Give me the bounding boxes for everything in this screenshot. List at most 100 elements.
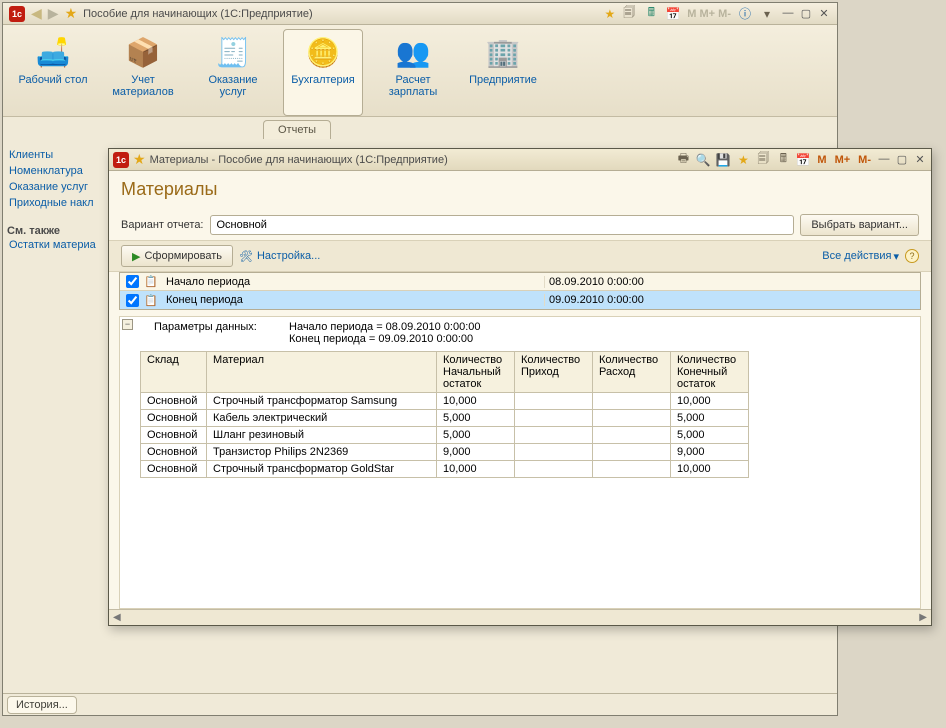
- param-start-label: Начало периода: [164, 276, 544, 288]
- col-material: Материал: [207, 352, 437, 393]
- settings-link[interactable]: 🛠 Настройка...: [239, 250, 320, 263]
- scroll-left-icon[interactable]: ◀: [113, 612, 121, 623]
- main-title: Пособие для начинающих (1С:Предприятие): [83, 8, 598, 20]
- period-icon: 📋: [144, 275, 164, 288]
- fav-star[interactable]: ★: [133, 151, 146, 168]
- variant-input[interactable]: [210, 215, 795, 235]
- m-minus-btn[interactable]: M-: [856, 154, 873, 166]
- settings-label: Настройка...: [257, 250, 320, 262]
- help-icon[interactable]: ?: [905, 249, 919, 263]
- section-accounting[interactable]: 🪙 Бухгалтерия: [283, 29, 363, 116]
- rmin-button[interactable]: —: [877, 153, 891, 167]
- h-scrollbar[interactable]: ◀ ▶: [109, 609, 931, 625]
- table-row[interactable]: ОсновнойТранзистор Philips 2N23699,0009,…: [141, 444, 749, 461]
- tab-reports[interactable]: Отчеты: [263, 120, 331, 139]
- form-button-label: Сформировать: [144, 250, 222, 262]
- section-materials[interactable]: 📦 Учет материалов: [103, 29, 183, 116]
- collapse-toggle[interactable]: −: [122, 319, 133, 330]
- report-window: 1c ★ Материалы - Пособие для начинающих …: [108, 148, 932, 626]
- sections-bar: 🛋️ Рабочий стол 📦 Учет материалов 🧾 Оказ…: [3, 25, 837, 117]
- max-button[interactable]: ▢: [799, 7, 813, 21]
- data-params-line2: Конец периода = 09.09.2010 0:00:00: [289, 333, 473, 345]
- nav-services[interactable]: Оказание услуг: [7, 179, 105, 195]
- col-q1: Количество Начальный остаток: [437, 352, 515, 393]
- report-titlebar: 1c ★ Материалы - Пособие для начинающих …: [109, 149, 931, 171]
- print-icon[interactable]: 🖶: [675, 152, 691, 168]
- col-q4: Количество Конечный остаток: [671, 352, 749, 393]
- calendar-icon[interactable]: 📅: [665, 6, 681, 22]
- param-start-check[interactable]: [126, 275, 139, 288]
- param-end-check[interactable]: [126, 294, 139, 307]
- calc-icon[interactable]: 🖩: [643, 6, 659, 22]
- building-icon: 🏢: [483, 32, 523, 72]
- section-label: Расчет зарплаты: [374, 74, 452, 98]
- nav-clients[interactable]: Клиенты: [7, 147, 105, 163]
- main-titlebar: 1c ◀ ▶ ★ Пособие для начинающих (1С:Пред…: [3, 3, 837, 25]
- table-row[interactable]: ОсновнойСтрочный трансформатор Samsung10…: [141, 393, 749, 410]
- chevron-down-icon: ▾: [893, 250, 899, 263]
- cash-icon: 🧾: [213, 32, 253, 72]
- period-icon2: 📋: [144, 294, 164, 307]
- section-label: Учет материалов: [104, 74, 182, 98]
- section-enterprise[interactable]: 🏢 Предприятие: [463, 29, 543, 116]
- col-q3: Количество Расход: [593, 352, 671, 393]
- m-plus-btn[interactable]: M+: [833, 154, 853, 166]
- data-params: Параметры данных: Начало периода = 08.09…: [154, 321, 920, 345]
- section-payroll[interactable]: 👥 Расчет зарплаты: [373, 29, 453, 116]
- info-icon[interactable]: ⓘ: [737, 6, 753, 22]
- m-disabled: M M+ M-: [687, 8, 731, 20]
- param-end-value[interactable]: 09.09.2010 0:00:00: [544, 294, 920, 306]
- app-icon: 1c: [9, 6, 25, 22]
- variant-label: Вариант отчета:: [121, 219, 204, 231]
- left-nav: Клиенты Номенклатура Оказание услуг Прих…: [3, 143, 109, 257]
- close-button[interactable]: ✕: [817, 7, 831, 21]
- table-row[interactable]: ОсновнойСтрочный трансформатор GoldStar1…: [141, 461, 749, 478]
- scroll-right-icon[interactable]: ▶: [919, 612, 927, 623]
- nav-fwd[interactable]: ▶: [48, 5, 59, 22]
- data-params-line1: Начало периода = 08.09.2010 0:00:00: [289, 321, 480, 333]
- choose-variant-button[interactable]: Выбрать вариант...: [800, 214, 919, 236]
- favorite-star-icon[interactable]: ★: [65, 5, 78, 22]
- report-body[interactable]: − Параметры данных: Начало периода = 08.…: [119, 316, 921, 609]
- rclose-button[interactable]: ✕: [913, 153, 927, 167]
- col-q2: Количество Приход: [515, 352, 593, 393]
- param-start-value[interactable]: 08.09.2010 0:00:00: [544, 276, 920, 288]
- calc2-icon[interactable]: 🖩: [775, 152, 791, 168]
- nav-income[interactable]: Приходные накл: [7, 195, 105, 211]
- table-row[interactable]: ОсновнойКабель электрический5,0005,000: [141, 410, 749, 427]
- report-toolbar: ▶ Сформировать 🛠 Настройка... Все действ…: [109, 240, 931, 272]
- param-row-start[interactable]: 📋 Начало периода 08.09.2010 0:00:00: [120, 273, 920, 291]
- dropdown-icon[interactable]: ▾: [759, 6, 775, 22]
- all-actions-label: Все действия: [822, 250, 891, 262]
- coins-icon: 🪙: [303, 32, 343, 72]
- all-actions[interactable]: Все действия ▾: [822, 250, 899, 263]
- params-grid: 📋 Начало периода 08.09.2010 0:00:00 📋 Ко…: [119, 272, 921, 310]
- cal2-icon[interactable]: 📅: [795, 152, 811, 168]
- section-desktop[interactable]: 🛋️ Рабочий стол: [13, 29, 93, 116]
- min-button[interactable]: —: [781, 7, 795, 21]
- tool2-icon[interactable]: 🗐: [755, 152, 771, 168]
- param-row-end[interactable]: 📋 Конец периода 09.09.2010 0:00:00: [120, 291, 920, 309]
- tool-icon-1[interactable]: 🗐: [621, 6, 637, 22]
- history-button[interactable]: История...: [7, 696, 77, 714]
- star-small-icon[interactable]: ★: [605, 7, 616, 21]
- param-end-label: Конец периода: [164, 294, 544, 306]
- table-row[interactable]: ОсновнойШланг резиновый5,0005,000: [141, 427, 749, 444]
- section-label: Оказание услуг: [194, 74, 272, 98]
- report-header: Материалы: [109, 171, 931, 210]
- nav-nomenclature[interactable]: Номенклатура: [7, 163, 105, 179]
- section-label: Бухгалтерия: [284, 74, 362, 86]
- rmax-button[interactable]: ▢: [895, 153, 909, 167]
- nav-back[interactable]: ◀: [31, 5, 42, 22]
- nav-seealso-head: См. также: [7, 225, 105, 237]
- section-label: Предприятие: [464, 74, 542, 86]
- desktop-icon: 🛋️: [33, 32, 73, 72]
- star2-icon[interactable]: ★: [735, 152, 751, 168]
- form-button[interactable]: ▶ Сформировать: [121, 245, 233, 267]
- settings-icon: 🛠: [239, 250, 253, 263]
- nav-remains[interactable]: Остатки материа: [7, 237, 105, 253]
- section-services[interactable]: 🧾 Оказание услуг: [193, 29, 273, 116]
- m-btn[interactable]: M: [815, 154, 828, 166]
- preview-icon[interactable]: 🔍: [695, 152, 711, 168]
- save-icon[interactable]: 💾: [715, 152, 731, 168]
